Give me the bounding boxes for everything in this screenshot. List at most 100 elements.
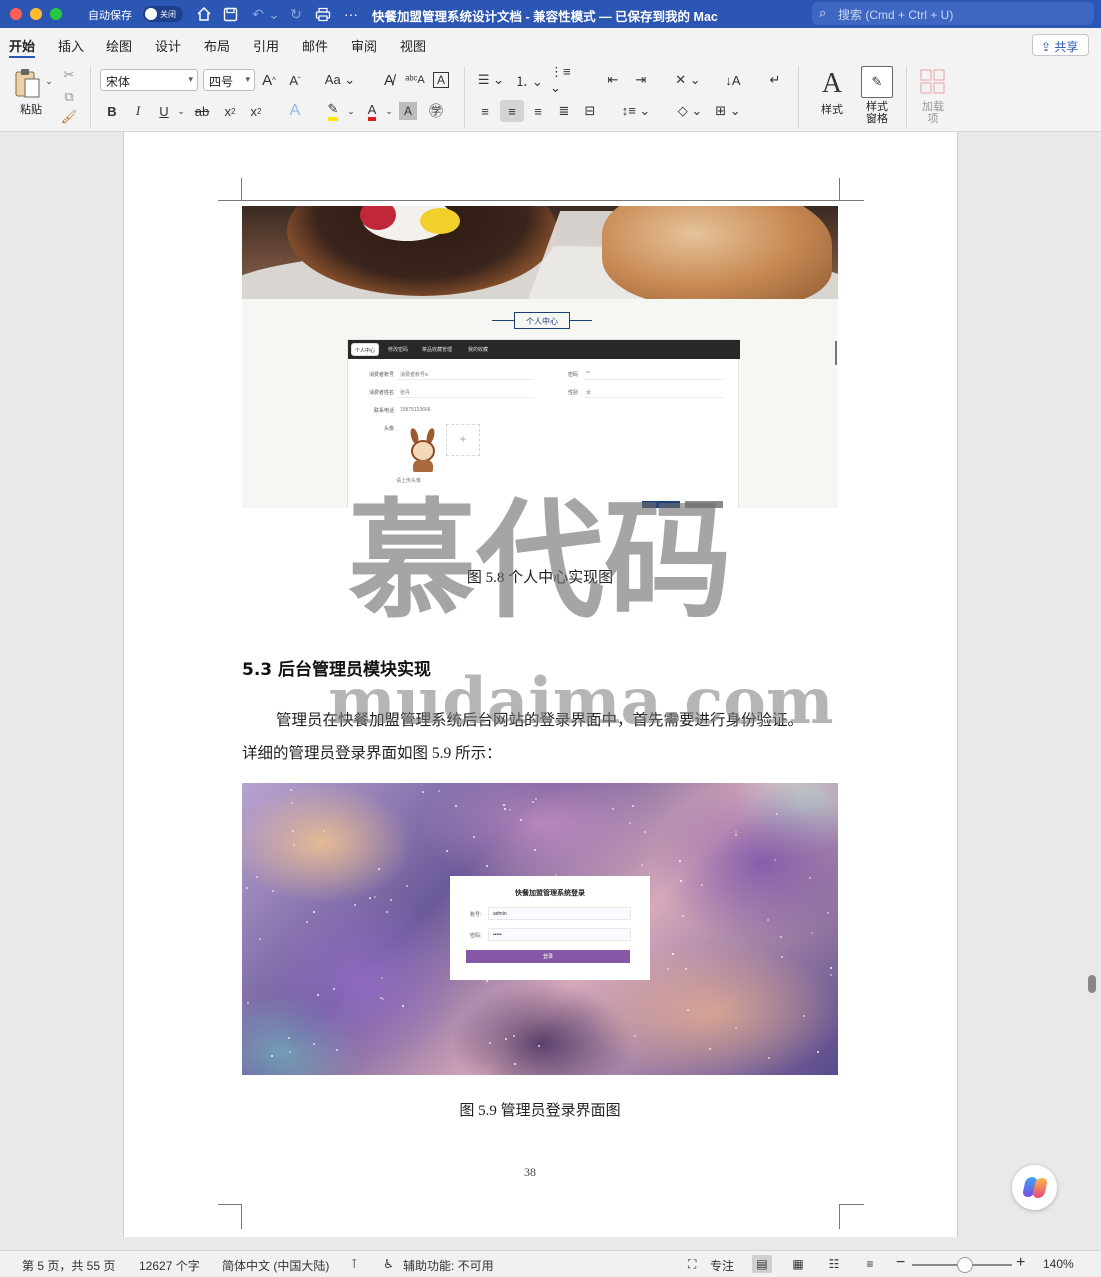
zoom-level[interactable]: 140% — [1043, 1257, 1074, 1271]
chevron-down-icon: ▾ — [188, 74, 193, 84]
password-label: 密码: — [470, 933, 482, 939]
tab-mailings[interactable]: 邮件 — [302, 36, 328, 55]
underline-chevron-down-icon[interactable]: ⌄ — [175, 100, 187, 122]
superscript-icon[interactable]: x2 — [246, 100, 266, 122]
draft-view-icon[interactable]: ≡ — [860, 1255, 880, 1273]
nav-change-password: 修改密码 — [388, 347, 409, 353]
redo-icon[interactable]: ↻ — [286, 4, 306, 24]
grow-font-icon[interactable]: A ^ — [258, 69, 280, 91]
zoom-slider-knob[interactable] — [957, 1257, 973, 1273]
save-icon[interactable] — [220, 4, 240, 24]
phonetic-guide-icon[interactable]: ᵃᵇᶜA — [404, 69, 426, 91]
font-name-select[interactable]: 宋体 ▾ — [100, 69, 198, 91]
font-color-chevron-down-icon[interactable]: ⌄ — [383, 100, 395, 122]
tab-draw[interactable]: 绘图 — [106, 36, 132, 55]
tab-layout[interactable]: 布局 — [204, 36, 230, 55]
page-count[interactable]: 第 5 页，共 55 页 — [22, 1257, 115, 1274]
language-indicator[interactable]: 简体中文 (中国大陆) — [222, 1257, 329, 1274]
close-window-button[interactable] — [10, 8, 22, 20]
tab-view[interactable]: 视图 — [400, 36, 426, 55]
character-shading-icon[interactable]: A — [399, 102, 417, 120]
paste-chevron-down-icon[interactable]: ⌄ — [44, 74, 54, 88]
tab-references[interactable]: 引用 — [253, 36, 279, 55]
star-dot — [272, 890, 274, 892]
align-left-icon[interactable]: ≡ — [474, 100, 496, 122]
clear-formatting-icon[interactable]: A̸ — [378, 69, 400, 91]
search-box[interactable]: ⌕ 搜索 (Cmd + Ctrl + U) — [812, 2, 1094, 25]
autosave-toggle[interactable]: 关闭 — [143, 6, 183, 22]
home-icon[interactable] — [194, 4, 214, 24]
avatar-body — [413, 460, 433, 472]
copilot-button[interactable] — [1012, 1165, 1057, 1210]
field-underline — [398, 379, 533, 380]
star-dot — [489, 1042, 491, 1044]
tab-review[interactable]: 审阅 — [351, 36, 377, 55]
align-center-icon[interactable]: ≡ — [500, 100, 524, 122]
shrink-font-icon[interactable]: Aˇ — [284, 69, 306, 91]
copy-icon[interactable]: ⧉ — [60, 88, 78, 106]
outline-view-icon[interactable]: ☷ — [824, 1255, 844, 1273]
show-marks-icon[interactable]: ↵ — [764, 69, 786, 91]
font-color-icon[interactable]: A — [361, 100, 383, 122]
subscript-icon[interactable]: x2 — [220, 100, 240, 122]
change-case-icon[interactable]: Aa ⌄ — [322, 69, 358, 91]
character-border-icon[interactable]: A — [430, 69, 452, 91]
bold-icon[interactable]: B — [102, 100, 122, 122]
underline-icon[interactable]: U — [154, 100, 174, 122]
justify-icon[interactable]: ≣ — [553, 100, 575, 122]
highlight-icon[interactable]: ✎ — [322, 100, 344, 122]
font-size-select[interactable]: 四号 ▾ — [203, 69, 255, 91]
document-title[interactable]: 快餐加盟管理系统设计文档 - 兼容性模式 — 已保存到我的 Mac — [372, 6, 718, 25]
star-dot — [438, 790, 440, 792]
highlight-chevron-down-icon[interactable]: ⌄ — [345, 100, 357, 122]
star-dot — [504, 808, 506, 810]
proofing-icon[interactable]: ⊺ — [351, 1257, 357, 1271]
crop-mark — [839, 1204, 864, 1205]
share-button[interactable]: ⇪ 共享 — [1032, 34, 1089, 56]
borders-icon[interactable]: ⊞ ⌄ — [710, 100, 746, 122]
more-icon[interactable]: ··· — [341, 4, 361, 24]
minimize-window-button[interactable] — [30, 8, 42, 20]
chevron-down-icon[interactable]: ⌄ — [264, 4, 284, 24]
accessibility-status[interactable]: 辅助功能: 不可用 — [403, 1257, 494, 1274]
text-effects-icon[interactable]: A — [283, 100, 307, 122]
shading-icon[interactable]: ◇ ⌄ — [672, 100, 708, 122]
web-layout-view-icon[interactable]: ▦ — [788, 1255, 808, 1273]
numbering-icon[interactable]: ⒈ ⌄ — [512, 69, 546, 91]
styles-icon[interactable]: A — [812, 66, 852, 102]
format-painter-icon[interactable]: 🖌 — [60, 108, 78, 126]
tab-design[interactable]: 设计 — [155, 36, 181, 55]
tab-insert[interactable]: 插入 — [58, 36, 84, 55]
word-count[interactable]: 12627 个字 — [139, 1257, 200, 1274]
zoom-window-button[interactable] — [50, 8, 62, 20]
styles-pane-icon[interactable]: ✎ — [861, 66, 893, 98]
tab-home[interactable]: 开始 — [9, 36, 36, 59]
vertical-scrollbar[interactable] — [1088, 975, 1096, 993]
bullets-icon[interactable]: ☰ ⌄ — [474, 69, 508, 91]
paste-button[interactable] — [10, 66, 44, 100]
star-dot — [246, 887, 248, 889]
page-number: 38 — [524, 1165, 536, 1179]
asian-layout-icon[interactable]: ✕ ⌄ — [670, 69, 706, 91]
cut-icon[interactable]: ✂ — [60, 66, 78, 84]
distributed-icon[interactable]: ⊟ — [579, 100, 601, 122]
sort-icon[interactable]: ↓A — [722, 69, 744, 91]
increase-indent-icon[interactable]: ⇥ — [630, 69, 652, 91]
zoom-out-icon[interactable]: − — [896, 1254, 905, 1272]
add-ins-icon[interactable] — [919, 68, 947, 96]
print-layout-view-icon[interactable]: ▤ — [752, 1255, 772, 1273]
zoom-in-icon[interactable]: + — [1016, 1254, 1025, 1272]
document-canvas[interactable]: 个人中心 个人中心 修改密码 菜品收藏管理 我的收藏 消费者账号 消费者账号a … — [0, 132, 1101, 1250]
print-icon[interactable] — [313, 4, 333, 24]
document-page[interactable]: 个人中心 个人中心 修改密码 菜品收藏管理 我的收藏 消费者账号 消费者账号a … — [123, 132, 958, 1237]
ribbon-toolbar: ⌄ 粘贴 ✂ ⧉ 🖌 宋体 ▾ 四号 ▾ A ^ Aˇ Aa ⌄ A̸ ᵃᵇᶜA … — [0, 58, 1101, 132]
line-spacing-icon[interactable]: ↕≡ ⌄ — [618, 100, 654, 122]
focus-mode-button[interactable]: 专注 — [710, 1257, 734, 1274]
star-dot — [634, 1035, 636, 1037]
italic-icon[interactable]: I — [128, 100, 148, 122]
enclose-characters-icon[interactable]: ㊫ — [425, 100, 447, 122]
decrease-indent-icon[interactable]: ⇤ — [602, 69, 624, 91]
strikethrough-icon[interactable]: ab — [192, 100, 212, 122]
multilevel-list-icon[interactable]: ⋮≡ ⌄ — [550, 64, 584, 95]
align-right-icon[interactable]: ≡ — [527, 100, 549, 122]
